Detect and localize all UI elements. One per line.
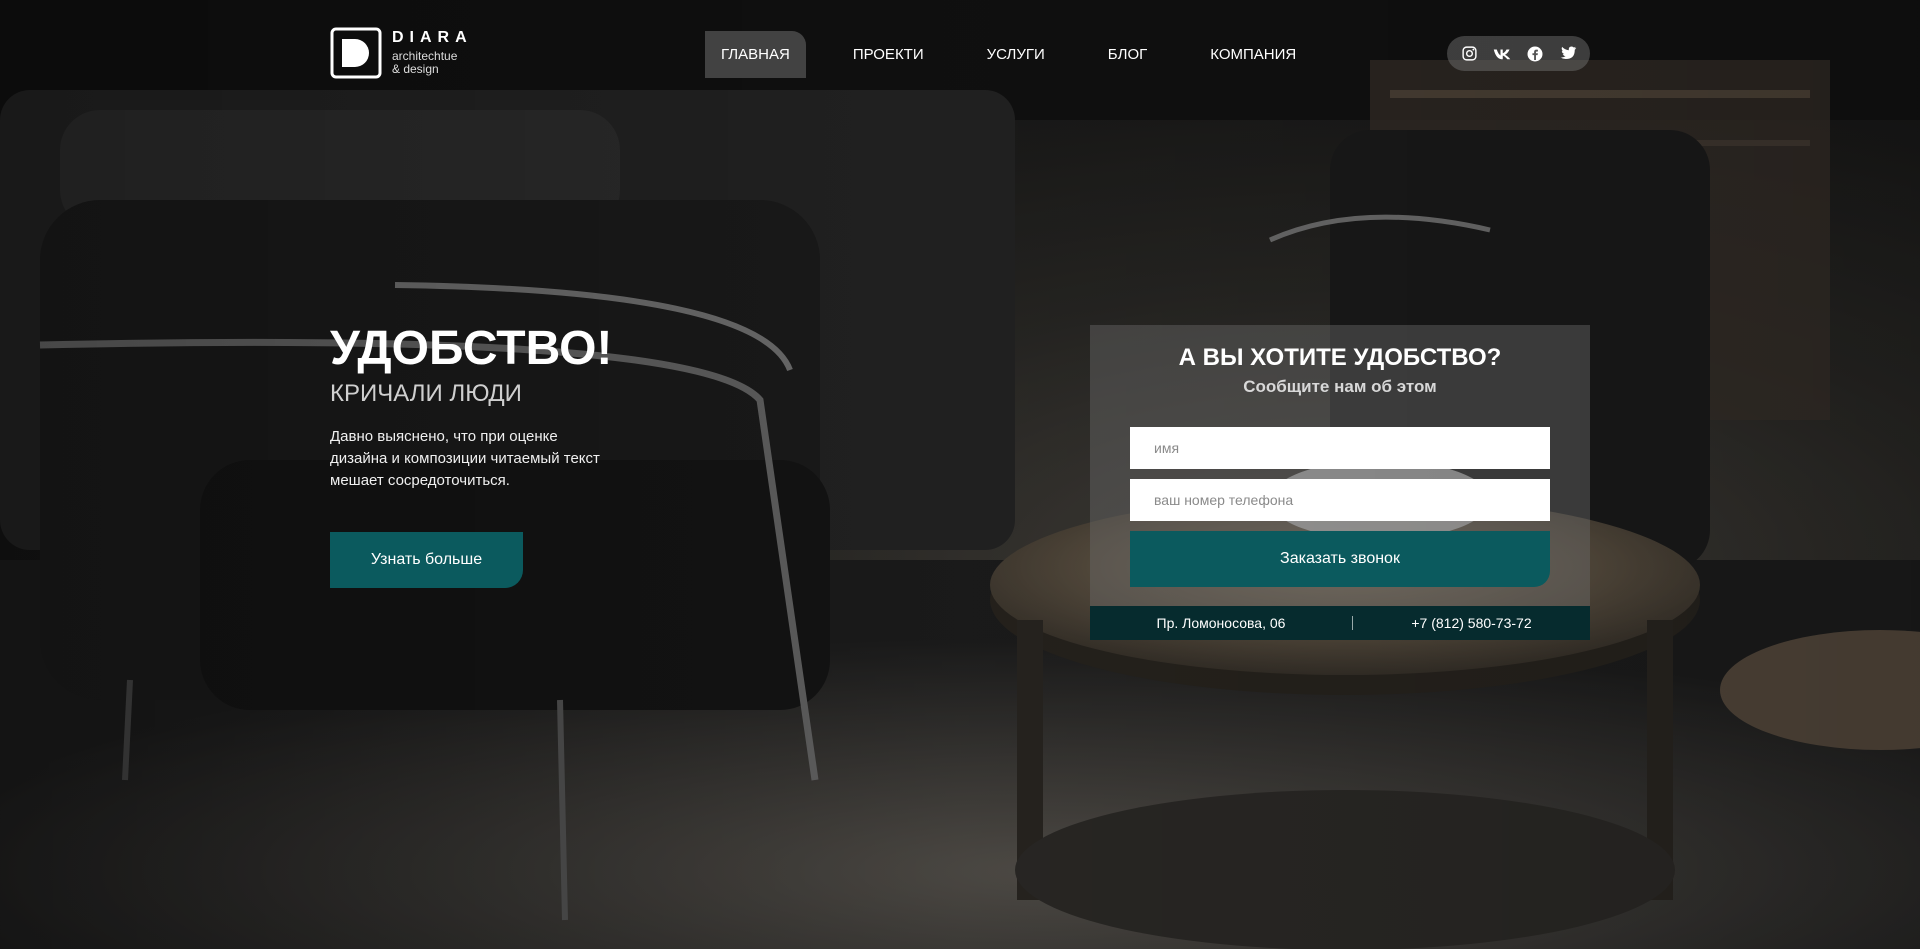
order-call-button[interactable]: Заказать звонок (1130, 531, 1550, 587)
social-links (1447, 36, 1590, 71)
page: DIARA architechtue & design ГЛАВНАЯ ПРОЕ… (0, 0, 1920, 949)
contact-bar: Пр. Ломоносова, 06 +7 (812) 580-73-72 (1090, 606, 1590, 640)
nav-item-company[interactable]: КОМПАНИЯ (1194, 31, 1312, 78)
nav-item-services[interactable]: УСЛУГИ (971, 31, 1061, 78)
brand-name: DIARA (392, 29, 473, 46)
nav-item-home[interactable]: ГЛАВНАЯ (705, 31, 806, 78)
form-subtitle: Сообщите нам об этом (1243, 377, 1437, 396)
twitter-icon[interactable] (1558, 44, 1578, 64)
address-text: Пр. Ломоносова, 06 (1156, 615, 1286, 631)
phone-link[interactable]: +7 (812) 580-73-72 (1353, 615, 1590, 631)
learn-more-button[interactable]: Узнать больше (330, 532, 523, 588)
instagram-icon[interactable] (1459, 44, 1479, 64)
logo-d-icon (330, 27, 382, 79)
callback-form: А ВЫ ХОТИТЕ УДОБСТВО? Сообщите нам об эт… (1090, 325, 1590, 640)
nav-item-projects[interactable]: ПРОЕКТИ (837, 31, 940, 78)
facebook-icon[interactable] (1525, 44, 1545, 64)
hero-subtitle: КРИЧАЛИ ЛЮДИ (330, 380, 522, 407)
logo-text: DIARA architechtue & design (392, 30, 473, 76)
nav-item-blog[interactable]: БЛОГ (1092, 31, 1163, 78)
hero-title: УДОБСТВО! (330, 322, 613, 375)
main-nav: ГЛАВНАЯ ПРОЕКТИ УСЛУГИ БЛОГ КОМПАНИЯ (705, 31, 1312, 78)
hero-description: Давно выяснено, что при оценке дизайна и… (330, 428, 600, 489)
name-input[interactable] (1130, 427, 1550, 469)
brand-tagline-line2: & design (392, 62, 439, 76)
form-title: А ВЫ ХОТИТЕ УДОБСТВО? (1178, 344, 1502, 371)
vk-icon[interactable] (1492, 44, 1512, 64)
dark-overlay (0, 0, 1920, 949)
phone-input[interactable] (1130, 479, 1550, 521)
logo[interactable]: DIARA architechtue & design (330, 27, 473, 79)
